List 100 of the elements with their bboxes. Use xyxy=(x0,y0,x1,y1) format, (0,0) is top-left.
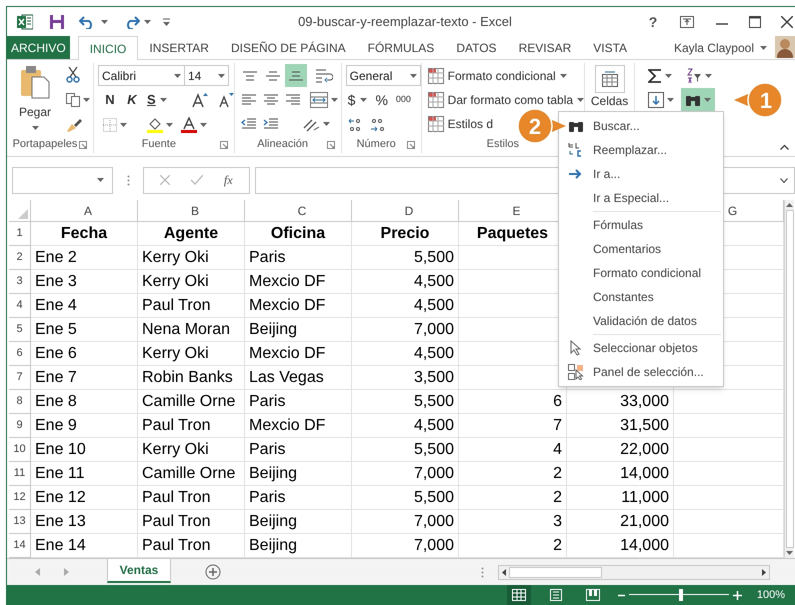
column-header[interactable]: C xyxy=(245,200,352,222)
maximize-icon[interactable] xyxy=(749,16,761,28)
row-header[interactable]: 3 xyxy=(9,270,31,294)
caret-icon xyxy=(97,178,104,182)
close-icon[interactable] xyxy=(781,16,793,28)
column-header[interactable]: D xyxy=(352,200,459,222)
selection-pane-icon xyxy=(568,364,584,380)
file-tab[interactable]: ARCHIVO xyxy=(7,36,70,59)
dialog-launcher-icon[interactable] xyxy=(406,141,415,149)
dialog-launcher-icon[interactable] xyxy=(326,141,335,149)
ribbon-tab[interactable]: VISTA xyxy=(582,36,638,59)
ribbon-tab[interactable]: REVISAR xyxy=(508,36,582,59)
more-icon xyxy=(126,174,130,186)
styles-button[interactable]: Formato condicional xyxy=(428,65,584,87)
find-select-button[interactable] xyxy=(681,88,716,112)
ribbon-tab[interactable]: INSERTAR xyxy=(138,36,220,59)
column-header[interactable]: A xyxy=(31,200,138,222)
align-center-icon[interactable] xyxy=(262,92,279,107)
font-color-button[interactable] xyxy=(178,114,210,136)
italic-button[interactable]: K xyxy=(122,89,142,111)
number-format-field[interactable]: General xyxy=(346,65,421,86)
row-header[interactable]: 2 xyxy=(9,246,31,270)
wrap-text-icon[interactable] xyxy=(314,68,333,84)
currency-button[interactable]: $ xyxy=(346,90,370,110)
menu-item[interactable]: Seleccionar objetos xyxy=(559,336,723,360)
table-cell: Ene 10 xyxy=(31,438,138,462)
caret-icon xyxy=(667,98,674,102)
zoom-level[interactable]: 100% xyxy=(756,586,785,604)
table-cell: Ene 5 xyxy=(31,318,138,342)
caret-icon xyxy=(200,123,207,127)
decrease-decimal-icon[interactable] xyxy=(370,118,386,132)
row-header[interactable]: 11 xyxy=(9,462,31,486)
view-button[interactable] xyxy=(506,585,531,605)
expand-icon[interactable] xyxy=(780,178,788,182)
customize-toolbar-icon[interactable] xyxy=(163,18,170,26)
dialog-launcher-icon[interactable] xyxy=(79,141,87,149)
splitter-icon[interactable] xyxy=(481,566,484,578)
zoom-slider-thumb[interactable] xyxy=(678,589,683,601)
cells-button[interactable]: Celdas xyxy=(590,65,628,108)
row-header[interactable]: 6 xyxy=(9,342,31,366)
row-header[interactable]: 13 xyxy=(9,510,31,534)
row-header[interactable]: 4 xyxy=(9,294,31,318)
align-button[interactable] xyxy=(284,64,307,87)
align-left-icon[interactable] xyxy=(240,92,257,107)
underline-button[interactable]: S xyxy=(144,89,170,111)
font-name-field[interactable]: Calibri xyxy=(98,65,185,86)
caret-icon xyxy=(101,20,108,24)
dialog-launcher-icon[interactable] xyxy=(220,141,228,149)
row-header[interactable]: 8 xyxy=(9,390,31,414)
decrease-indent-icon[interactable] xyxy=(240,117,257,132)
font-size-field[interactable]: 14 xyxy=(185,65,229,86)
scroll-left-icon[interactable] xyxy=(502,568,506,576)
ribbon-tab[interactable]: FÓRMULAS xyxy=(356,36,446,59)
row-header[interactable]: 12 xyxy=(9,486,31,510)
percent-button[interactable]: % xyxy=(373,90,390,110)
caret-icon xyxy=(760,46,767,50)
ribbon-tab[interactable]: INICIO xyxy=(78,36,138,60)
menu-item[interactable]: Validación de datos xyxy=(559,309,723,336)
top-align-icon xyxy=(242,70,258,80)
sheet-tab[interactable]: Ventas xyxy=(107,558,171,582)
ribbon-tab[interactable]: DATOS xyxy=(445,36,508,59)
row-header[interactable]: 9 xyxy=(9,414,31,438)
thousands-button[interactable]: 000 xyxy=(394,93,413,107)
row-header[interactable]: 5 xyxy=(9,318,31,342)
scissors-icon xyxy=(66,66,80,83)
table-format-icon xyxy=(428,92,444,108)
zoom-in-icon[interactable] xyxy=(732,590,742,600)
menu-item[interactable]: Constantes xyxy=(559,285,723,309)
check-icon[interactable] xyxy=(191,175,204,185)
row-header[interactable]: 10 xyxy=(9,438,31,462)
bold-button[interactable]: N xyxy=(100,89,120,111)
increase-indent-icon[interactable] xyxy=(262,117,279,132)
table-cell: Nena Moran xyxy=(138,318,245,342)
collapse-ribbon-icon[interactable] xyxy=(780,144,789,150)
menu-item[interactable]: Panel de selección... xyxy=(559,360,723,384)
column-header[interactable]: B xyxy=(138,200,245,222)
group-label: Alineación xyxy=(257,137,308,152)
row-header[interactable]: 7 xyxy=(9,366,31,390)
row-header[interactable]: 1 xyxy=(9,222,31,246)
shrink-font-icon[interactable] xyxy=(218,92,234,108)
menu-item[interactable]: Ir a... xyxy=(559,162,723,186)
table-cell: Paul Tron xyxy=(138,486,245,510)
scroll-up-icon[interactable] xyxy=(786,203,793,207)
grow-font-icon[interactable] xyxy=(192,92,208,108)
user-name[interactable]: Kayla Claypool xyxy=(674,36,767,59)
caret-icon xyxy=(360,98,368,102)
insert-function-button[interactable]: fx xyxy=(224,171,233,189)
add-sheet-icon[interactable] xyxy=(205,564,221,580)
horizontal-scrollbar[interactable] xyxy=(498,564,770,580)
ribbon-tab[interactable]: DISEÑO DE PÁGINA xyxy=(220,36,357,59)
ribbon-display-icon[interactable] xyxy=(680,16,694,28)
align-right-icon[interactable] xyxy=(284,92,301,107)
scroll-down-icon[interactable] xyxy=(786,551,793,555)
scroll-right-icon[interactable] xyxy=(762,568,766,576)
menu-item[interactable]: Formato condicional xyxy=(559,261,723,285)
table-cell: Paris xyxy=(245,390,352,414)
vertical-scrollbar[interactable] xyxy=(784,200,794,558)
sort-icon xyxy=(686,68,702,84)
help-button[interactable]: ? xyxy=(640,12,666,32)
paste-button[interactable]: Pegar xyxy=(15,63,55,136)
